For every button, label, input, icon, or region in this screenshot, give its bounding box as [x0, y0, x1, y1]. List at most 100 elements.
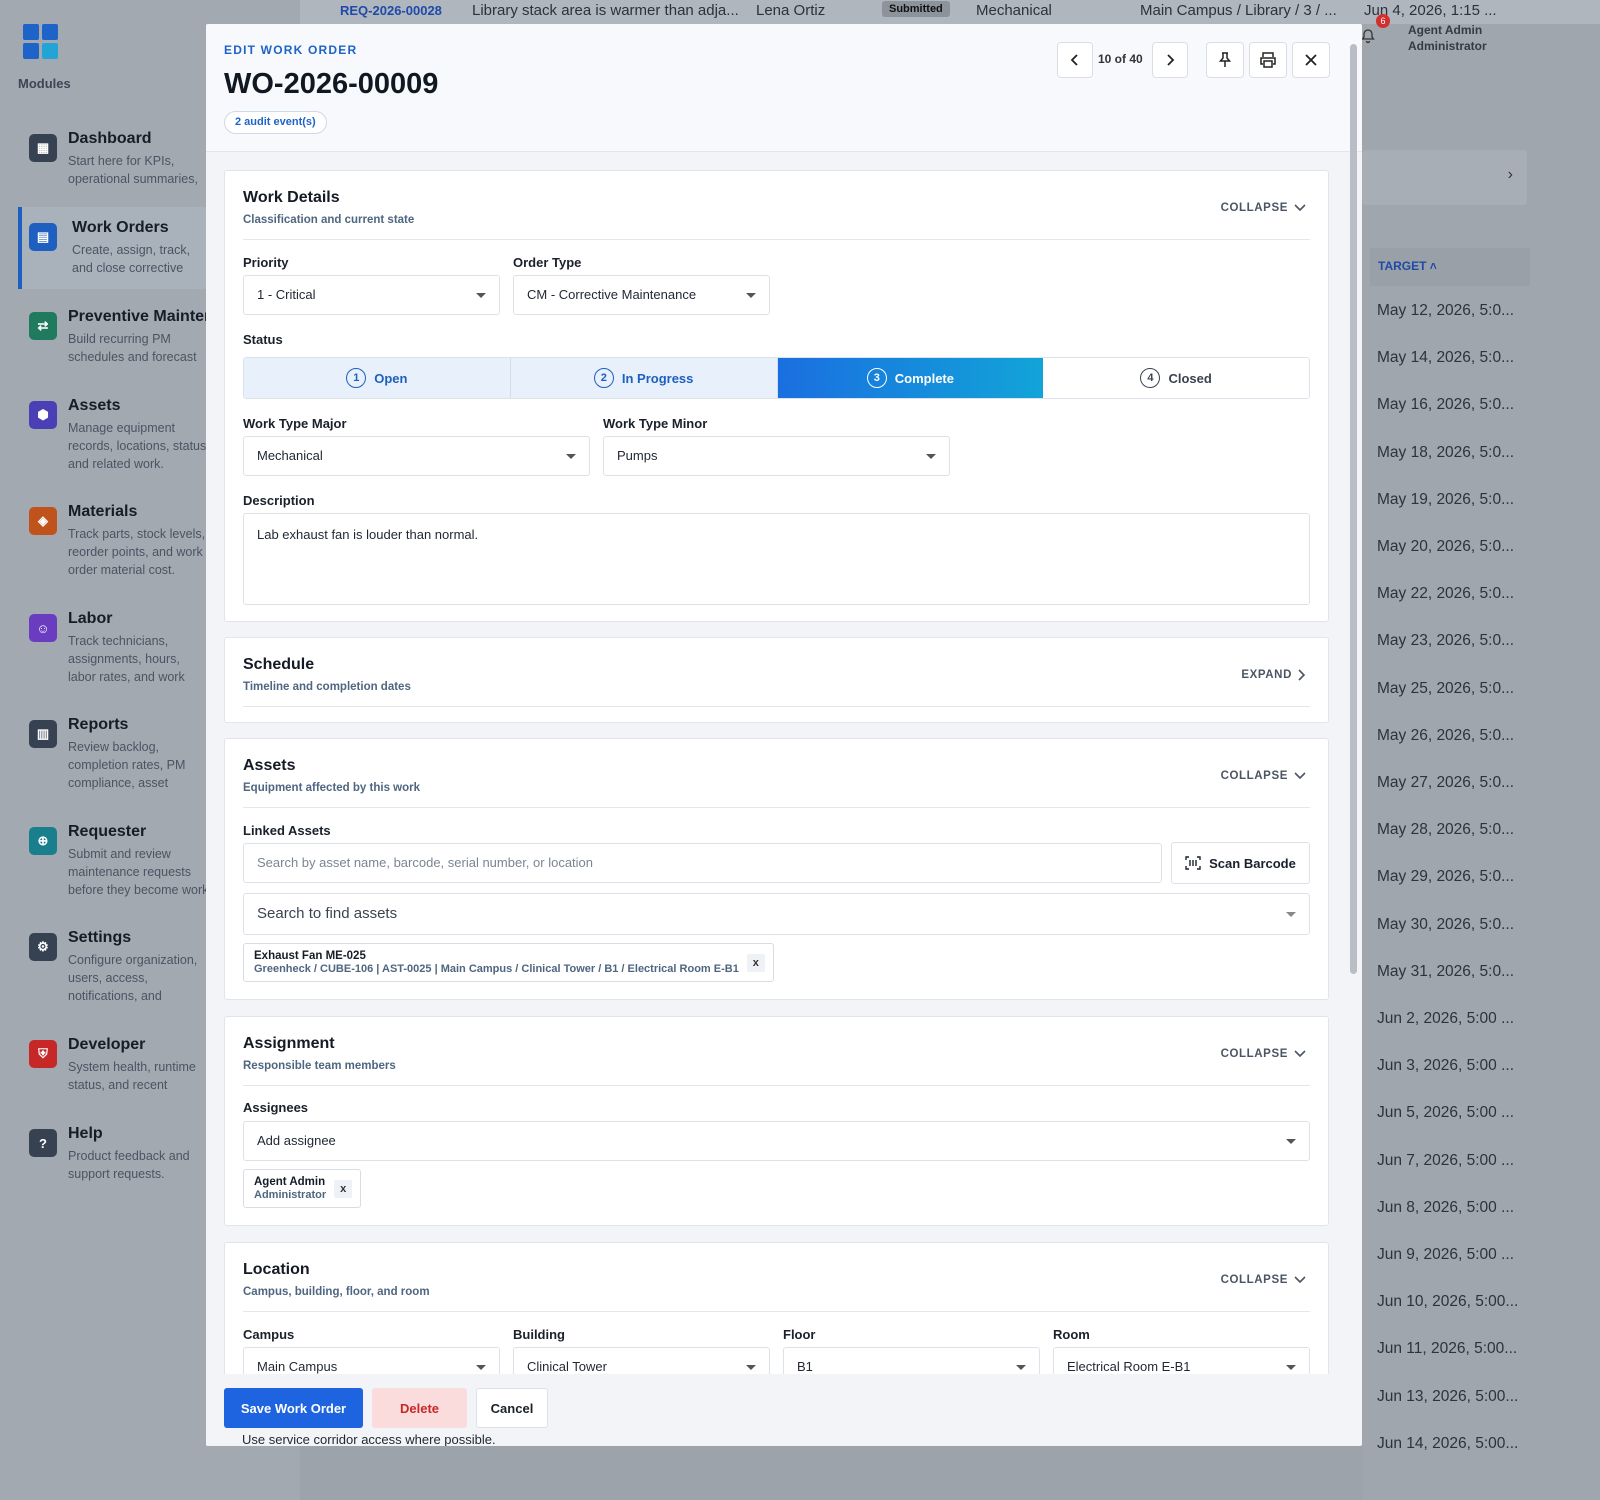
status-step-open[interactable]: 1 Open — [244, 358, 511, 398]
pager-counter: 10 of 40 — [1098, 52, 1143, 66]
status-badge: Submitted — [882, 1, 950, 17]
description-textarea[interactable]: Lab exhaust fan is louder than normal. — [243, 513, 1310, 605]
select-placeholder: Search to find assets — [257, 905, 398, 922]
linked-asset-chip: Exhaust Fan ME-025 Greenheck / CUBE-106 … — [243, 943, 774, 982]
sidebar-item-label: Labor — [68, 610, 113, 627]
chevron-down-icon — [1294, 1050, 1306, 1058]
step-number: 4 — [1140, 368, 1161, 388]
audit-events-badge[interactable]: 2 audit event(s) — [224, 111, 327, 134]
step-label: In Progress — [621, 370, 694, 386]
pin-button[interactable] — [1206, 42, 1244, 78]
section-subtitle: Campus, building, floor, and room — [243, 1286, 430, 1298]
find-assets-select[interactable]: Search to find assets — [243, 893, 1310, 935]
target-cell: May 25, 2026, 5:0... — [1377, 679, 1515, 697]
user-menu[interactable]: Agent Admin Administrator — [1408, 22, 1487, 54]
scrollbar-thumb[interactable] — [1350, 44, 1357, 974]
step-number: 1 — [346, 368, 367, 388]
sidebar-item-label: Materials — [68, 503, 138, 520]
toggle-label: COLLAPSE — [1220, 1048, 1288, 1060]
step-label: Closed — [1168, 370, 1212, 386]
cubes-icon: ⬢ — [29, 401, 57, 429]
add-assignee-select[interactable]: Add assignee — [243, 1121, 1310, 1161]
next-button[interactable] — [1152, 42, 1188, 78]
bell-icon[interactable] — [1360, 28, 1376, 44]
box-icon: ◈ — [29, 507, 57, 535]
print-button[interactable] — [1249, 42, 1287, 78]
modal-eyebrow: EDIT WORK ORDER — [224, 43, 358, 57]
background-request-row[interactable]: REQ-2026-00028 Library stack area is war… — [300, 0, 1600, 24]
app-logo-icon[interactable] — [23, 24, 59, 60]
repeat-icon: ⇄ — [29, 312, 57, 340]
caret-down-icon — [746, 293, 756, 298]
sidebar-item-desc: Review backlog, completion rates, PM com… — [68, 740, 186, 790]
column-header-target[interactable]: TARGET ˄ — [1370, 248, 1530, 286]
caret-down-icon — [566, 454, 576, 459]
collapse-toggle[interactable]: COLLAPSE — [1221, 770, 1306, 782]
chevron-down-icon — [1294, 1276, 1306, 1284]
caret-down-icon — [1016, 1365, 1026, 1370]
request-id[interactable]: REQ-2026-00028 — [340, 3, 442, 18]
close-button[interactable] — [1292, 42, 1330, 78]
previous-button[interactable] — [1057, 42, 1093, 78]
gear-icon: ⚙ — [29, 933, 57, 961]
sidebar-item-label: Reports — [68, 716, 129, 733]
chevron-right-icon — [1167, 54, 1175, 66]
select-value: Electrical Room E-B1 — [1067, 1359, 1191, 1374]
page-title: WO-2026-00009 — [224, 68, 439, 100]
user-role: Administrator — [1408, 39, 1487, 53]
target-cell: Jun 9, 2026, 5:00 ... — [1377, 1246, 1515, 1263]
sidebar-item-desc: Start here for KPIs, operational summari… — [68, 154, 198, 186]
work-type-major-select[interactable]: Mechanical — [243, 436, 590, 476]
status-step-complete[interactable]: 3 Complete — [777, 358, 1044, 398]
section-subtitle: Timeline and completion dates — [243, 681, 411, 693]
collapse-toggle[interactable]: COLLAPSE — [1221, 202, 1306, 214]
assignees-label: Assignees — [243, 1100, 309, 1115]
sidebar-item-label: Dashboard — [68, 130, 152, 147]
cancel-button[interactable]: Cancel — [476, 1388, 548, 1428]
select-value: Mechanical — [257, 448, 323, 463]
sidebar-item-desc: Build recurring PM schedules and forecas… — [68, 332, 197, 364]
column-header-label: TARGET — [1378, 259, 1427, 273]
modal-scrollbar[interactable] — [1348, 30, 1358, 1440]
section-subtitle: Classification and current state — [243, 214, 415, 226]
delete-button[interactable]: Delete — [372, 1388, 467, 1428]
background-card[interactable]: › — [1362, 150, 1527, 205]
order-type-select[interactable]: CM - Corrective Maintenance — [513, 275, 770, 315]
linked-assets-label: Linked Assets — [243, 823, 331, 838]
step-number: 3 — [866, 368, 887, 388]
status-step-in-progress[interactable]: 2 In Progress — [510, 358, 778, 398]
target-cell: May 28, 2026, 5:0... — [1377, 821, 1515, 839]
status-step-closed[interactable]: 4 Closed — [1043, 358, 1309, 398]
remove-assignee-button[interactable]: x — [334, 1179, 353, 1198]
collapse-toggle[interactable]: COLLAPSE — [1221, 1048, 1306, 1060]
section-work-details: Work Details Classification and current … — [224, 170, 1329, 622]
scan-barcode-button[interactable]: Scan Barcode — [1171, 842, 1310, 884]
asset-search-input[interactable]: Search by asset name, barcode, serial nu… — [243, 843, 1162, 883]
caret-down-icon — [1286, 1365, 1296, 1370]
section-schedule: Schedule Timeline and completion dates E… — [224, 637, 1329, 723]
target-cell: May 19, 2026, 5:0... — [1377, 490, 1515, 508]
work-type-minor-select[interactable]: Pumps — [603, 436, 950, 476]
caret-down-icon — [476, 293, 486, 298]
target-cell: May 27, 2026, 5:0... — [1377, 774, 1515, 791]
sidebar-item-desc: Create, assign, track, and close correct… — [72, 243, 191, 275]
select-value: CM - Corrective Maintenance — [527, 287, 697, 302]
save-work-order-button[interactable]: Save Work Order — [224, 1388, 363, 1428]
priority-select[interactable]: 1 - Critical — [243, 275, 500, 315]
expand-toggle[interactable]: EXPAND — [1241, 669, 1306, 681]
target-cell: May 23, 2026, 5:0... — [1377, 632, 1515, 650]
modules-label: Modules — [18, 76, 71, 91]
collapse-toggle[interactable]: COLLAPSE — [1221, 1274, 1306, 1286]
section-subtitle: Responsible team members — [243, 1060, 396, 1072]
divider — [243, 1311, 1310, 1312]
remove-asset-button[interactable]: x — [746, 953, 765, 972]
section-title: Assets — [243, 757, 296, 774]
room-label: Room — [1053, 1327, 1090, 1342]
sidebar-item-label: Developer — [68, 1036, 146, 1053]
sidebar-item-label: Assets — [68, 397, 121, 414]
section-title: Assignment — [243, 1035, 335, 1052]
target-cell: Jun 8, 2026, 5:00 ... — [1377, 1198, 1515, 1216]
work-type-major-label: Work Type Major — [243, 416, 347, 431]
sidebar-item-desc: Submit and review maintenance requests b… — [68, 847, 209, 897]
target-cell: May 14, 2026, 5:0... — [1377, 349, 1515, 367]
